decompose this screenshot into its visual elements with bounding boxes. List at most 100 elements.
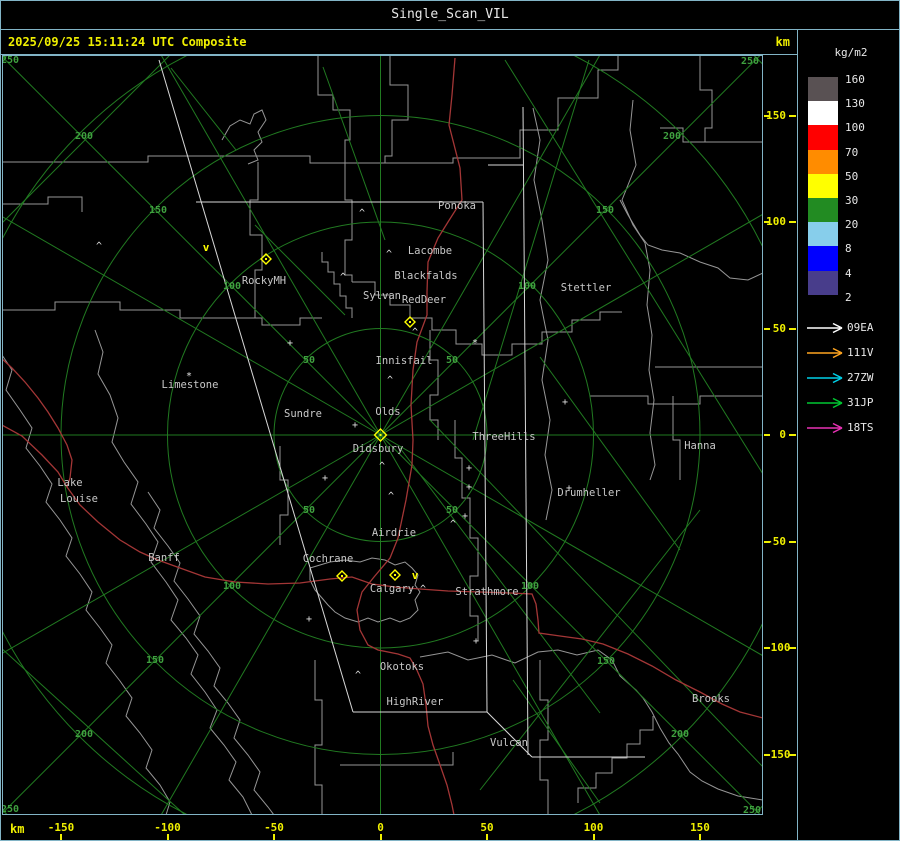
city-label: Airdrie — [372, 527, 416, 539]
legend-threshold-value: 100 — [845, 121, 865, 135]
radar-site-id: 27ZW — [847, 371, 874, 384]
range-label: 150 — [146, 655, 164, 666]
city-label: Banff — [148, 552, 180, 564]
city-label: HighRiver — [387, 696, 444, 708]
city-label: Vulcan — [490, 737, 528, 749]
bottom-axis-unit: km — [10, 822, 25, 836]
legend-color-swatch — [808, 198, 838, 223]
range-label: 200 — [671, 729, 689, 740]
county-boundary — [419, 649, 762, 801]
bottom-axis-label: -150 — [47, 821, 75, 834]
legend-unit-label: kg/m2 — [834, 46, 868, 59]
city-label: RockyMH — [242, 275, 286, 287]
graticule-line — [3, 649, 185, 814]
airfield-dot-icon — [409, 321, 411, 323]
range-label: 150 — [596, 205, 614, 216]
city-label: Cochrane — [303, 553, 354, 565]
poi-marker: + — [462, 511, 468, 522]
legend-color-swatch — [808, 101, 838, 126]
graticule-line — [322, 66, 386, 241]
airfield-dot-icon — [341, 575, 343, 577]
graticule-line — [254, 224, 346, 316]
scan-area-outline — [482, 201, 488, 713]
poi-marker: ^ — [388, 491, 394, 502]
county-boundary — [532, 107, 553, 521]
legend-threshold-value: 30 — [845, 194, 859, 207]
range-label: 100 — [518, 281, 536, 292]
county-boundary — [317, 56, 351, 162]
legend-color-swatch — [808, 173, 838, 198]
county-boundary — [621, 99, 656, 481]
poi-marker: + — [287, 338, 293, 349]
poi-marker: ^ — [387, 375, 393, 386]
right-axis-tick — [764, 221, 770, 223]
county-boundary — [3, 301, 322, 326]
county-boundary — [672, 396, 681, 480]
bottom-axis-tick — [166, 834, 169, 840]
legend-threshold-value: 20 — [845, 218, 859, 232]
county-boundary — [3, 355, 171, 814]
legend-threshold-value: 2 — [845, 290, 852, 304]
county-boundary — [344, 162, 353, 282]
range-label: 50 — [303, 355, 315, 366]
bottom-axis-tick — [592, 834, 595, 840]
county-boundary — [3, 56, 619, 164]
status-bar: 2025/09/25 15:11:24 UTC Composite km — [0, 30, 797, 54]
bottom-axis-label: -50 — [264, 821, 284, 834]
county-boundary — [94, 329, 253, 814]
map-canvas[interactable]: 250 200 150 100 50 250 200 150 100 50 50 100 150 200 2… — [2, 55, 763, 815]
city-label: Strathmore — [455, 586, 518, 598]
right-axis-unit: km — [775, 35, 790, 49]
radar-site-id: 18TS — [847, 421, 874, 434]
bottom-axis-tick — [699, 834, 701, 840]
legend-color-swatch — [808, 125, 838, 150]
legend-threshold-value: 50 — [845, 169, 859, 183]
poi-marker: + — [322, 473, 328, 484]
right-axis-tick — [764, 114, 770, 117]
right-axis-tick — [789, 540, 796, 543]
radar-viewer-window: Single_Scan_VIL 2025/09/25 15:11:24 UTC … — [0, 0, 900, 841]
graticule-line — [504, 59, 762, 474]
legend-threshold-value: 70 — [845, 145, 859, 159]
county-boundary — [539, 660, 549, 814]
18TS-arrow-icon — [807, 422, 843, 434]
city-label: Drumheller — [557, 487, 620, 499]
legend-color-swatch — [808, 222, 838, 247]
31JP-arrow-icon — [807, 397, 843, 409]
right-axis-tick — [789, 434, 796, 436]
right-axis-tick — [789, 327, 796, 330]
v-marker-icon: v — [412, 569, 419, 582]
city-label: Sylvan — [363, 290, 401, 302]
city-label: Ponoka — [438, 200, 476, 212]
bottom-axis-label: 0 — [377, 821, 384, 834]
poi-marker: + — [466, 463, 472, 474]
bottom-axis-tick — [60, 834, 62, 840]
city-label: Calgary — [370, 583, 414, 595]
airfield-dot-icon — [394, 574, 396, 576]
range-label: 250 — [3, 804, 19, 814]
bottom-axis-tick — [273, 834, 275, 840]
range-label: 50 — [446, 505, 458, 516]
legend-threshold-value: 4 — [845, 266, 852, 280]
poi-marker: ^ — [386, 249, 392, 260]
bottom-axis-tick — [486, 834, 488, 840]
county-boundary — [384, 56, 409, 163]
radar-site-id: 09EA — [847, 321, 874, 334]
radar-map: 250 200 150 100 50 250 200 150 100 50 50 100 150 200 2… — [3, 56, 762, 814]
legend-color-swatch — [808, 246, 838, 271]
right-axis-tick — [789, 647, 796, 649]
city-label: Limestone — [162, 379, 219, 391]
27ZW-arrow-icon — [807, 372, 843, 384]
poi-marker: ^ — [412, 327, 418, 338]
right-axis-tick — [789, 753, 796, 756]
09EA-arrow-icon — [807, 322, 843, 334]
poi-marker: ^ — [420, 584, 426, 595]
legend-color-swatch — [808, 270, 838, 295]
city-label: Sundre — [284, 408, 322, 420]
right-axis-tick — [789, 221, 796, 223]
city-label: ThreeHills — [472, 431, 535, 443]
airfield-dot-icon — [379, 434, 382, 436]
city-label: Innisfail — [376, 355, 433, 367]
111V-arrow-icon — [807, 347, 843, 359]
city-label: Hanna — [684, 440, 716, 452]
